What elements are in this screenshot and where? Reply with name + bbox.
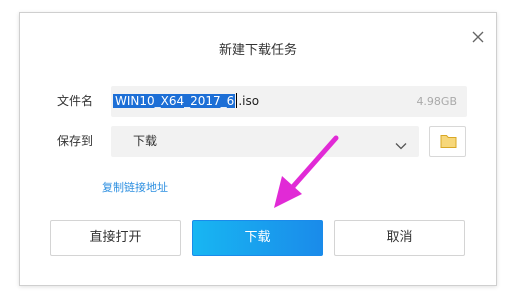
folder-icon	[440, 135, 457, 148]
chevron-down-icon	[395, 136, 407, 150]
open-directly-button[interactable]: 直接打开	[50, 220, 181, 256]
copy-link-address[interactable]: 复制链接地址	[102, 179, 168, 195]
save-location-value: 下载	[133, 134, 158, 148]
filename-input[interactable]: WIN10_X64_2017_6 .iso 4.98GB	[111, 86, 467, 117]
dialog-title: 新建下载任务	[218, 43, 297, 58]
filename-selected-text: WIN10_X64_2017_6	[113, 94, 236, 108]
filename-text: WIN10_X64_2017_6 .iso	[113, 92, 259, 111]
close-icon[interactable]	[470, 29, 486, 45]
cancel-button[interactable]: 取消	[334, 220, 465, 256]
filename-extension: .iso	[238, 94, 260, 108]
new-download-task-dialog: 新建下载任务 文件名 WIN10_X64_2017_6 .iso 4.98GB 保…	[19, 12, 497, 286]
save-location-dropdown[interactable]: 下载	[111, 126, 419, 157]
file-size: 4.98GB	[416, 95, 457, 108]
browse-folder-button[interactable]	[429, 126, 466, 157]
save-to-label: 保存到	[57, 134, 94, 148]
filename-label: 文件名	[57, 94, 94, 108]
download-button[interactable]: 下载	[192, 220, 323, 256]
